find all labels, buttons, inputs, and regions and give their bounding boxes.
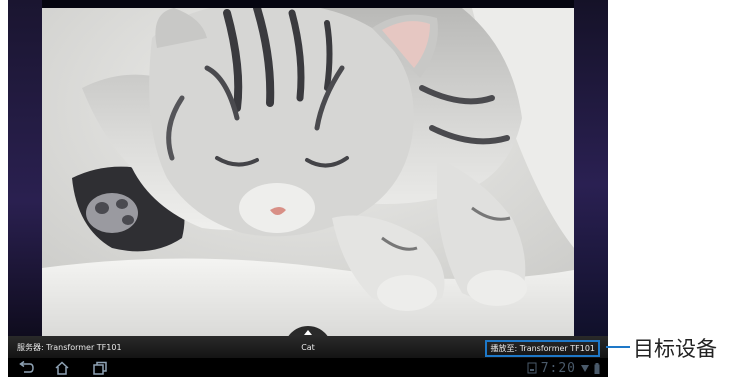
clock: 7:20 xyxy=(540,360,576,376)
battery-icon xyxy=(594,362,600,374)
photo-viewer[interactable] xyxy=(42,8,574,336)
home-icon[interactable] xyxy=(54,361,70,375)
recent-apps-icon[interactable] xyxy=(92,361,108,375)
media-info-bar: 服务器: Transformer TF101 Cat 播放至: Transfor… xyxy=(8,336,608,358)
tablet-screen: 服务器: Transformer TF101 Cat 播放至: Transfor… xyxy=(8,0,608,377)
wallpaper-right xyxy=(574,0,608,336)
play-to-target-button[interactable]: 播放至: Transformer TF101 xyxy=(485,340,600,357)
wifi-icon xyxy=(581,365,589,372)
callout-line xyxy=(606,346,630,348)
target-device-callout: 目标设备 xyxy=(633,337,717,361)
back-icon[interactable] xyxy=(18,361,34,375)
cat-photo xyxy=(42,8,574,336)
status-area[interactable]: 7:20 xyxy=(527,360,600,376)
storage-icon xyxy=(527,362,537,374)
wallpaper-left xyxy=(8,0,42,336)
system-nav-bar: 7:20 xyxy=(8,358,608,377)
